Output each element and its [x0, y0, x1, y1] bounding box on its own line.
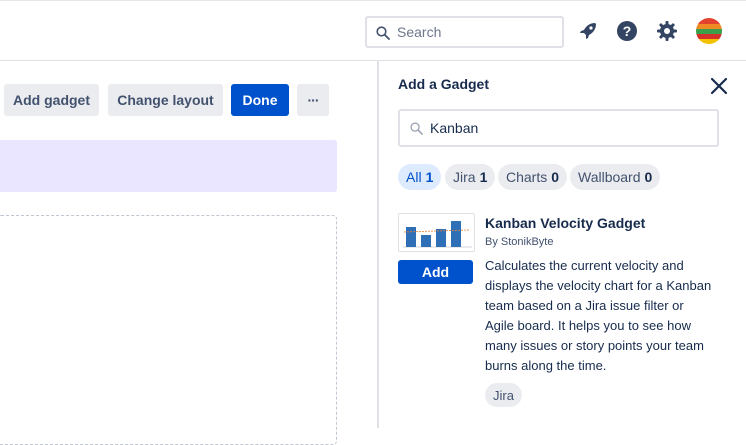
gadget-search-value: Kanban — [430, 120, 479, 136]
svg-text:?: ? — [623, 23, 632, 39]
filter-chip-label: Charts — [506, 169, 548, 185]
help-icon[interactable]: ? — [615, 19, 639, 43]
filter-chip-all[interactable]: All 1 — [398, 164, 442, 190]
gadget-name[interactable]: Kanban Velocity Gadget — [485, 215, 645, 231]
filter-chip-count: 1 — [479, 169, 488, 185]
filter-chip-count: 1 — [425, 169, 434, 185]
filter-chip-label: Wallboard — [578, 169, 641, 185]
gadget-author: By StonikByte — [485, 236, 554, 248]
add-gadget-button[interactable]: Add gadget — [4, 84, 99, 116]
filter-chip-jira[interactable]: Jira 1 — [445, 164, 496, 190]
gadget-description: Calculates the current velocity and disp… — [485, 258, 712, 373]
filter-chip-charts[interactable]: Charts 0 — [498, 164, 568, 190]
gear-icon[interactable] — [655, 19, 679, 43]
dashboard-banner — [0, 140, 337, 192]
gadget-category-tag: Jira — [485, 383, 522, 407]
search-icon — [376, 26, 390, 40]
close-icon[interactable] — [710, 77, 728, 95]
filter-chip-count: 0 — [551, 169, 560, 185]
search-placeholder: Search — [397, 24, 442, 40]
gadget-thumbnail — [398, 213, 475, 252]
gadget-search-input[interactable]: Kanban — [398, 109, 719, 147]
search-input[interactable]: Search — [365, 16, 564, 48]
filter-chip-label: All — [406, 169, 422, 185]
add-gadget-panel: Add a Gadget Kanban All 1 Jira 1 Charts … — [377, 61, 746, 428]
gadget-drop-zone — [0, 215, 337, 445]
done-button[interactable]: Done — [231, 84, 289, 116]
filter-chip-label: Jira — [453, 169, 476, 185]
filter-chip-wallboard[interactable]: Wallboard 0 — [570, 164, 661, 190]
top-header: Search ? — [0, 0, 746, 61]
rocket-icon[interactable] — [576, 19, 600, 43]
panel-title: Add a Gadget — [398, 76, 490, 92]
more-actions-button[interactable]: ··· — [297, 84, 329, 116]
search-icon — [410, 122, 423, 135]
change-layout-button[interactable]: Change layout — [108, 84, 223, 116]
avatar[interactable] — [696, 18, 722, 44]
filter-chip-count: 0 — [644, 169, 653, 185]
add-gadget-result-button[interactable]: Add — [398, 260, 473, 284]
